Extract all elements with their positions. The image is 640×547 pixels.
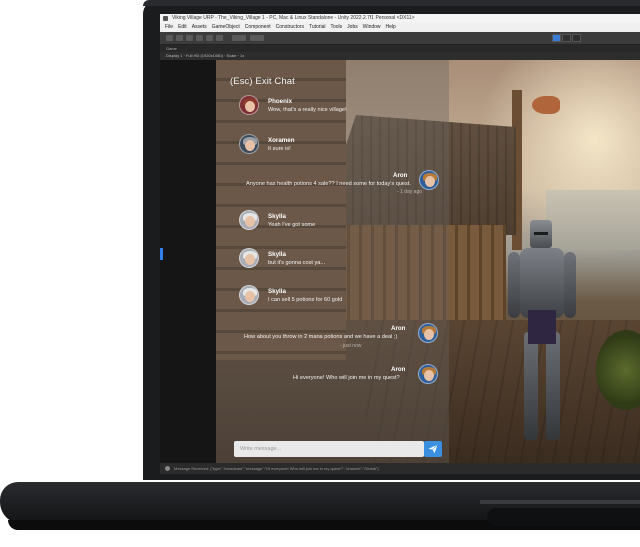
message-text: It sure is!: [268, 146, 291, 152]
pause-button[interactable]: [562, 34, 571, 42]
pivot-toggle[interactable]: [232, 35, 246, 41]
laptop-hinge: [480, 500, 640, 504]
menu-file[interactable]: File: [165, 24, 173, 30]
unity-icon: [163, 16, 168, 21]
chat-message-input[interactable]: Write message...: [234, 441, 424, 457]
menu-assets[interactable]: Assets: [192, 24, 207, 30]
message-text: but it's gonna cost ya...: [268, 260, 326, 266]
game-tab-label: Game: [166, 46, 177, 51]
message-text: Hi everyone! Who will join me in my ques…: [293, 375, 400, 381]
editor-statusbar: Message Received: {"type":"broadcast","m…: [160, 463, 640, 474]
menu-tools[interactable]: Tools: [330, 24, 342, 30]
scale-tool-icon[interactable]: [196, 35, 203, 41]
message-text: Anyone has health potions 4 sale?? I nee…: [246, 181, 411, 187]
knight-tabard: [528, 310, 556, 344]
console-icon: [165, 466, 170, 471]
knight-leg-right: [546, 332, 560, 440]
message-text: Wow, that's a really nice village!: [268, 107, 347, 113]
message-author: Skylla: [268, 251, 286, 258]
game-view-settings[interactable]: Display 1 · Full HD (1920x1080) · Scale …: [166, 53, 244, 58]
chat-panel: (Esc) Exit Chat Phoenix Wow, that's a re…: [216, 60, 449, 463]
step-button[interactable]: [572, 34, 581, 42]
menu-gameobject[interactable]: GameObject: [212, 24, 240, 30]
move-tool-icon[interactable]: [176, 35, 183, 41]
game-view-letterbox: [160, 60, 216, 463]
rotate-tool-icon[interactable]: [186, 35, 193, 41]
menu-window[interactable]: Window: [363, 24, 381, 30]
message-author: Phoenix: [268, 98, 293, 105]
send-button[interactable]: [424, 441, 442, 457]
message-time: - 1 day ago: [397, 189, 423, 195]
menu-edit[interactable]: Edit: [178, 24, 187, 30]
knight-leg-left: [524, 332, 538, 440]
message-text: How about you throw in 2 mana potions an…: [244, 334, 398, 340]
avatar-xoramen[interactable]: [239, 134, 259, 154]
menu-tutorial[interactable]: Tutorial: [309, 24, 326, 30]
message-author: Aron: [391, 325, 406, 332]
message-time: - just now: [340, 343, 362, 349]
laptop-screen: Viking Village URP - The_Viking_Village …: [160, 14, 640, 474]
avatar-skylla[interactable]: [239, 285, 259, 305]
editor-menubar: File Edit Assets GameObject Component Constru…: [160, 23, 640, 32]
menu-constructors[interactable]: Constructors: [276, 24, 304, 30]
avatar-aron[interactable]: [418, 364, 438, 384]
message-author: Skylla: [268, 288, 286, 295]
menu-help[interactable]: Help: [386, 24, 396, 30]
play-button[interactable]: [552, 34, 561, 42]
message-author: Skylla: [268, 213, 286, 220]
avatar-aron[interactable]: [418, 323, 438, 343]
game-view-toolbar: Display 1 · Full HD (1920x1080) · Scale …: [160, 52, 640, 60]
exit-chat-button[interactable]: (Esc) Exit Chat: [230, 76, 295, 87]
knight-armor: [520, 248, 564, 318]
knight-visor: [534, 232, 548, 235]
avatar-skylla[interactable]: [239, 248, 259, 268]
rect-tool-icon[interactable]: [206, 35, 213, 41]
laptop-notch: [487, 508, 640, 526]
window-title: Viking Village URP - The_Viking_Village …: [172, 15, 415, 21]
message-author: Xoramen: [268, 137, 295, 144]
message-text: I can sell 5 potions for 60 gold: [268, 297, 343, 303]
knight-arm-left: [508, 252, 520, 318]
transform-tool-icon[interactable]: [216, 35, 223, 41]
game-tab[interactable]: Game: [160, 45, 640, 52]
message-author: Aron: [393, 172, 408, 179]
message-text: Yeah I've got some: [268, 222, 316, 228]
side-marker: [160, 248, 163, 260]
message-author: Aron: [391, 366, 406, 373]
editor-titlebar: Viking Village URP - The_Viking_Village …: [160, 14, 640, 23]
avatar-skylla[interactable]: [239, 210, 259, 230]
menu-jobs[interactable]: Jobs: [347, 24, 358, 30]
laptop-bezel-edge: [143, 0, 640, 6]
global-toggle[interactable]: [250, 35, 264, 41]
menu-component[interactable]: Component: [245, 24, 271, 30]
avatar-aron[interactable]: [419, 170, 439, 190]
knight-arm-right: [564, 252, 576, 318]
console-message[interactable]: Message Received: {"type":"broadcast","m…: [174, 466, 379, 471]
knight-character: [506, 220, 578, 450]
avatar-phoenix[interactable]: [239, 95, 259, 115]
hand-tool-icon[interactable]: [166, 35, 173, 41]
dragon-head-carving: [532, 96, 560, 114]
send-icon: [428, 444, 438, 454]
game-view[interactable]: (Esc) Exit Chat Phoenix Wow, that's a re…: [216, 60, 640, 463]
editor-toolbar: [160, 32, 640, 45]
